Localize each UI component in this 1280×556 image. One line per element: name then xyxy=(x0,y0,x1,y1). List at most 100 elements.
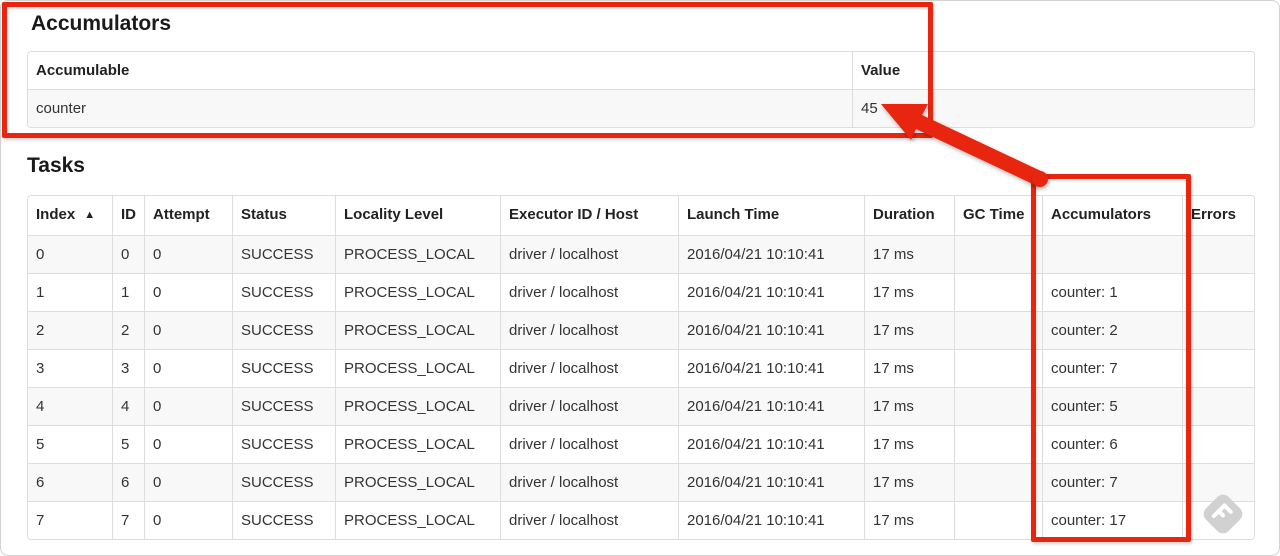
table-cell xyxy=(1182,349,1254,387)
table-cell: PROCESS_LOCAL xyxy=(335,387,500,425)
table-row: 1 1 0 SUCCESS PROCESS_LOCAL driver / localhos… xyxy=(28,273,1254,311)
table-cell: PROCESS_LOCAL xyxy=(335,349,500,387)
table-cell: driver / localhost xyxy=(500,235,678,273)
table-cell: 17 ms xyxy=(864,425,954,463)
column-header-launch-time[interactable]: Launch Time xyxy=(678,196,864,235)
table-cell: PROCESS_LOCAL xyxy=(335,235,500,273)
table-cell: PROCESS_LOCAL xyxy=(335,501,500,539)
table-cell: 0 xyxy=(144,349,232,387)
table-row: 6 6 0 SUCCESS PROCESS_LOCAL driver / localhos… xyxy=(28,463,1254,501)
table-cell: 17 ms xyxy=(864,273,954,311)
table-cell: counter: 2 xyxy=(1042,311,1182,349)
table-cell: PROCESS_LOCAL xyxy=(335,273,500,311)
table-cell: 1 xyxy=(28,273,112,311)
table-cell xyxy=(1182,501,1254,539)
table-cell: 17 ms xyxy=(864,501,954,539)
table-cell: counter: 5 xyxy=(1042,387,1182,425)
table-cell: SUCCESS xyxy=(232,311,335,349)
table-cell: 4 xyxy=(28,387,112,425)
table-cell: 2 xyxy=(112,311,144,349)
table-cell: 0 xyxy=(144,463,232,501)
table-cell: 0 xyxy=(28,235,112,273)
table-cell: driver / localhost xyxy=(500,349,678,387)
column-header-index[interactable]: Index ▲ xyxy=(28,196,112,235)
table-cell: 6 xyxy=(112,463,144,501)
table-cell: 0 xyxy=(144,273,232,311)
column-header-gc-time[interactable]: GC Time xyxy=(954,196,1042,235)
spark-ui-page: Accumulators Accumulable Value counter 45 T… xyxy=(0,0,1280,556)
table-cell: 2016/04/21 10:10:41 xyxy=(678,387,864,425)
table-cell: 0 xyxy=(144,501,232,539)
table-cell: 17 ms xyxy=(864,387,954,425)
table-cell xyxy=(1182,311,1254,349)
accumulable-table: Accumulable Value counter 45 xyxy=(27,51,1255,128)
table-cell xyxy=(1042,235,1182,273)
table-cell: counter xyxy=(28,89,852,127)
table-cell: 0 xyxy=(144,387,232,425)
table-cell: 2016/04/21 10:10:41 xyxy=(678,235,864,273)
table-cell: 0 xyxy=(112,235,144,273)
table-row: 4 4 0 SUCCESS PROCESS_LOCAL driver / localhos… xyxy=(28,387,1254,425)
table-row: 2 2 0 SUCCESS PROCESS_LOCAL driver / localhos… xyxy=(28,311,1254,349)
table-cell: counter: 6 xyxy=(1042,425,1182,463)
tasks-table: Index ▲ ID Attempt Status Locality Level Execu… xyxy=(27,195,1255,540)
column-header-errors[interactable]: Errors xyxy=(1182,196,1254,235)
table-cell: 6 xyxy=(28,463,112,501)
column-header-executor-id-host[interactable]: Executor ID / Host xyxy=(500,196,678,235)
table-cell xyxy=(1182,425,1254,463)
column-header-id[interactable]: ID xyxy=(112,196,144,235)
table-cell: driver / localhost xyxy=(500,311,678,349)
table-header-row: Accumulable Value xyxy=(28,52,1254,89)
table-cell: 17 ms xyxy=(864,235,954,273)
table-cell: 2016/04/21 10:10:41 xyxy=(678,501,864,539)
table-cell: 45 xyxy=(852,89,1254,127)
table-cell: 3 xyxy=(28,349,112,387)
sort-asc-icon: ▲ xyxy=(84,209,96,221)
tasks-section-title: Tasks xyxy=(27,154,85,177)
table-cell xyxy=(1182,463,1254,501)
table-cell: 0 xyxy=(144,425,232,463)
table-cell: SUCCESS xyxy=(232,273,335,311)
table-cell: SUCCESS xyxy=(232,387,335,425)
table-cell: 2016/04/21 10:10:41 xyxy=(678,349,864,387)
table-cell: 2016/04/21 10:10:41 xyxy=(678,273,864,311)
column-header-accumulable[interactable]: Accumulable xyxy=(28,52,852,89)
table-cell: PROCESS_LOCAL xyxy=(335,311,500,349)
table-cell xyxy=(954,311,1042,349)
table-cell: 0 xyxy=(144,235,232,273)
column-header-locality-level[interactable]: Locality Level xyxy=(335,196,500,235)
column-header-value[interactable]: Value xyxy=(852,52,1254,89)
column-header-duration[interactable]: Duration xyxy=(864,196,954,235)
table-row: counter 45 xyxy=(28,89,1254,127)
table-cell: 17 ms xyxy=(864,463,954,501)
table-cell: SUCCESS xyxy=(232,235,335,273)
table-cell: SUCCESS xyxy=(232,501,335,539)
table-cell: PROCESS_LOCAL xyxy=(335,463,500,501)
table-cell xyxy=(954,387,1042,425)
table-row: 7 7 0 SUCCESS PROCESS_LOCAL driver / localhos… xyxy=(28,501,1254,539)
page-content: Accumulators Accumulable Value counter 45 T… xyxy=(1,12,1279,540)
table-cell xyxy=(954,349,1042,387)
table-cell: 2016/04/21 10:10:41 xyxy=(678,425,864,463)
table-cell xyxy=(954,501,1042,539)
column-header-accumulators[interactable]: Accumulators xyxy=(1042,196,1182,235)
table-cell: 7 xyxy=(112,501,144,539)
table-cell xyxy=(954,235,1042,273)
table-cell xyxy=(954,425,1042,463)
column-header-attempt[interactable]: Attempt xyxy=(144,196,232,235)
table-cell: driver / localhost xyxy=(500,273,678,311)
table-cell: 7 xyxy=(28,501,112,539)
table-cell: 5 xyxy=(112,425,144,463)
column-header-status[interactable]: Status xyxy=(232,196,335,235)
table-cell: 3 xyxy=(112,349,144,387)
table-cell: 0 xyxy=(144,311,232,349)
table-cell: counter: 17 xyxy=(1042,501,1182,539)
table-cell: SUCCESS xyxy=(232,463,335,501)
table-row: 0 0 0 SUCCESS PROCESS_LOCAL driver / localhos… xyxy=(28,235,1254,273)
table-cell: driver / localhost xyxy=(500,425,678,463)
table-row: 5 5 0 SUCCESS PROCESS_LOCAL driver / localhos… xyxy=(28,425,1254,463)
accumulators-section-title: Accumulators xyxy=(31,12,172,35)
table-cell: SUCCESS xyxy=(232,425,335,463)
table-cell: PROCESS_LOCAL xyxy=(335,425,500,463)
table-cell: driver / localhost xyxy=(500,463,678,501)
